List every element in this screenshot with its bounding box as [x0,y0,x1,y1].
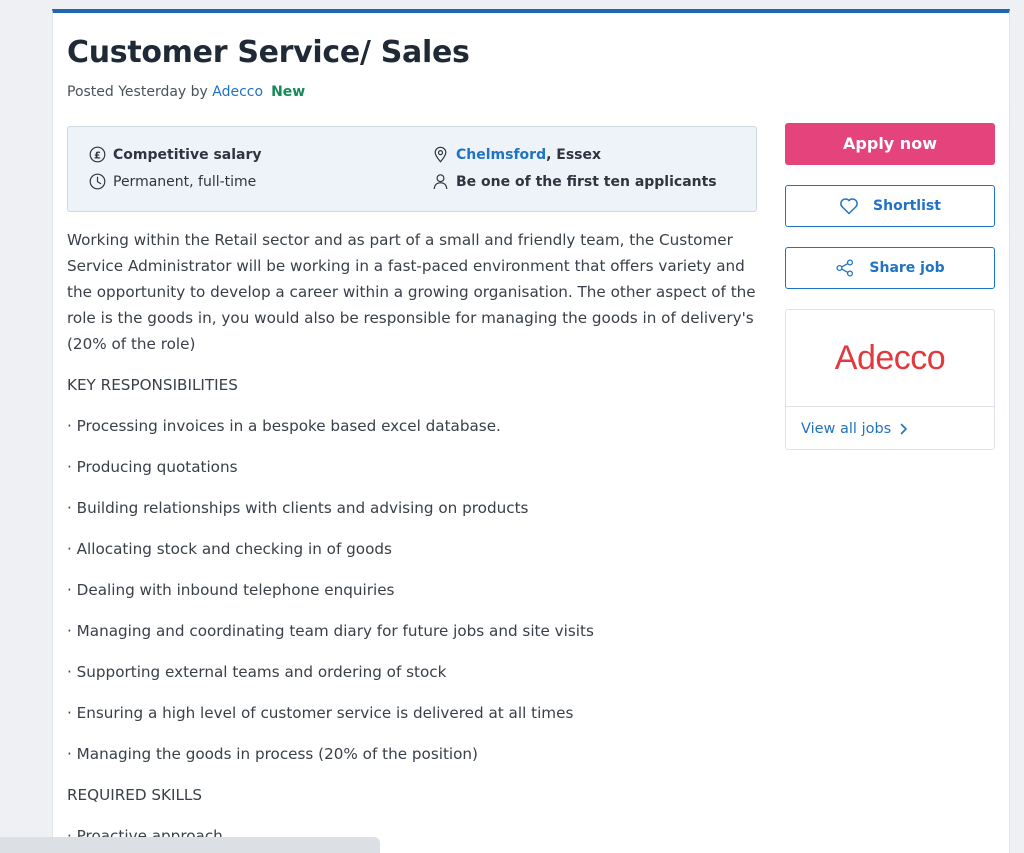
job-type-text: Permanent, full-time [113,173,257,190]
list-item: · Producing quotations [67,458,238,476]
person-icon [433,174,448,190]
job-sidebar: Apply now Shortlist Share job Adecco Vie… [785,123,996,450]
applicants-item: Be one of the first ten applicants [432,173,717,190]
shortlist-label: Shortlist [873,198,941,214]
heart-icon [840,198,858,215]
location-region: , Essex [546,146,602,163]
chevron-right-icon [900,423,908,434]
list-item: · Building relationships with clients an… [67,499,529,517]
posted-line: Posted Yesterday by Adecco New [67,84,305,100]
company-card: Adecco View all jobs [785,309,995,450]
new-badge: New [271,84,306,100]
horizontal-scrollbar[interactable] [0,837,380,853]
view-all-jobs-label: View all jobs [801,420,892,437]
posted-text: Posted Yesterday by [67,84,213,100]
share-job-button[interactable]: Share job [785,247,995,289]
job-type-item: Permanent, full-time [89,173,256,190]
share-job-label: Share job [869,260,945,276]
list-item: · Managing the goods in process (20% of … [67,745,478,763]
location-city-link[interactable]: Chelmsford [456,147,546,163]
clock-icon [89,173,106,190]
list-item: · Supporting external teams and ordering… [67,663,447,681]
required-skills-heading: REQUIRED SKILLS [67,786,203,804]
view-all-jobs-link[interactable]: View all jobs [786,407,994,450]
company-logo-text: Adecco [834,338,946,377]
job-description: Working within the Retail sector and as … [67,227,759,853]
company-logo[interactable]: Adecco [786,310,994,407]
svg-text:£: £ [94,150,101,161]
apply-now-button[interactable]: Apply now [785,123,995,165]
location-item: Chelmsford, Essex [432,146,601,163]
key-responsibilities-heading: KEY RESPONSIBILITIES [67,376,238,394]
map-pin-icon [434,146,447,163]
job-card: Customer Service/ Sales Posted Yesterday… [52,9,1010,853]
list-item: · Ensuring a high level of customer serv… [67,704,574,722]
list-item: · Processing invoices in a bespoke based… [67,417,501,435]
salary-item: £ Competitive salary [89,146,262,163]
list-item: · Managing and coordinating team diary f… [67,622,594,640]
pound-icon: £ [89,146,106,163]
applicants-text: Be one of the first ten applicants [456,173,717,190]
description-intro: Working within the Retail sector and as … [67,231,756,353]
job-title: Customer Service/ Sales [67,35,470,70]
list-item: · Dealing with inbound telephone enquiri… [67,581,395,599]
shortlist-button[interactable]: Shortlist [785,185,995,227]
salary-text: Competitive salary [113,146,262,163]
share-icon [836,259,854,277]
company-link[interactable]: Adecco [212,84,263,100]
list-item: · Allocating stock and checking in of go… [67,540,392,558]
job-summary-box: £ Competitive salary Permanent, full-tim… [67,126,757,212]
